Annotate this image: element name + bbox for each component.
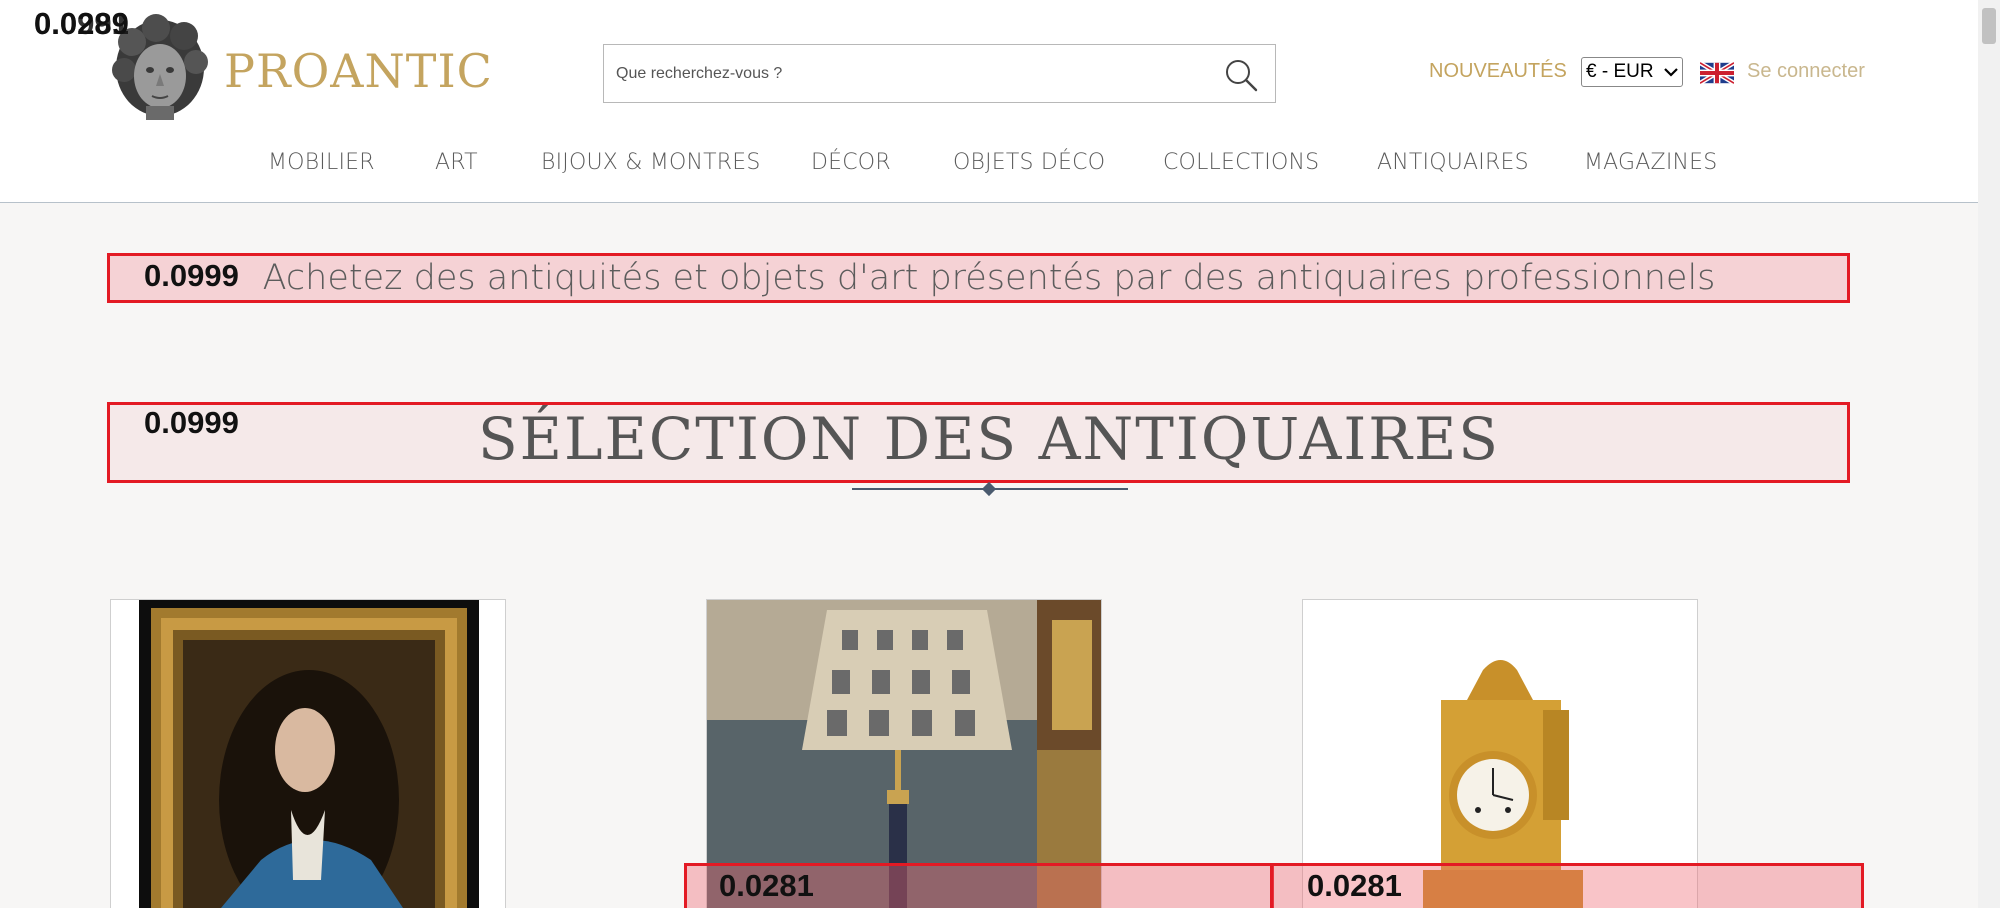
clock-image — [1303, 600, 1697, 908]
product-card-portrait[interactable] — [110, 599, 506, 908]
currency-select[interactable]: € - EUR — [1581, 57, 1683, 87]
scrollbar-thumb[interactable] — [1982, 8, 1996, 44]
search-icon[interactable] — [1223, 57, 1259, 93]
nav-item-antiquaires[interactable]: ANTIQUAIRES — [1377, 150, 1529, 175]
overlay-score-top-left-b: 0.0991 — [34, 6, 129, 41]
nouveautes-link[interactable]: NOUVEAUTÉS — [1429, 60, 1567, 83]
nav-item-decor[interactable]: DÉCOR — [811, 150, 891, 175]
search-input[interactable] — [616, 59, 1196, 89]
nav-item-bijoux-montres[interactable]: BIJOUX & MONTRES — [541, 150, 761, 175]
chevron-down-icon — [1664, 68, 1678, 77]
lamp-image — [707, 600, 1101, 908]
page-scrollbar[interactable] — [1978, 0, 2000, 908]
tagline: Achetez des antiquités et objets d'art p… — [262, 258, 1716, 298]
portrait-painting-image — [111, 600, 505, 908]
main-nav: MOBILIER ART BIJOUX & MONTRES DÉCOR OBJE… — [0, 150, 1978, 180]
title-divider-diamond — [981, 481, 997, 497]
card2-score: 0.0281 — [719, 868, 814, 903]
nav-item-objets-deco[interactable]: OBJETS DÉCO — [953, 150, 1105, 175]
nav-item-art[interactable]: ART — [435, 150, 478, 175]
product-card-clock[interactable] — [1302, 599, 1698, 908]
section-title: SÉLECTION DES ANTIQUAIRES — [477, 405, 1501, 473]
uk-flag-icon[interactable] — [1700, 61, 1734, 85]
site-logo[interactable]: PROANTIC — [224, 44, 493, 98]
nav-item-mobilier[interactable]: MOBILIER — [268, 150, 375, 175]
site-header: PROANTIC NOUVEAUTÉS € - EUR Se connecter… — [0, 0, 1978, 203]
tagline-score: 0.0999 — [144, 258, 239, 293]
login-link[interactable]: Se connecter — [1747, 60, 1865, 83]
section-score: 0.0999 — [144, 405, 239, 440]
currency-value: € - EUR — [1586, 61, 1654, 82]
nav-item-collections[interactable]: COLLECTIONS — [1163, 150, 1319, 175]
search-bar — [603, 44, 1276, 103]
nav-item-magazines[interactable]: MAGAZINES — [1584, 150, 1717, 175]
card3-score: 0.0281 — [1307, 868, 1402, 903]
product-card-lamp[interactable] — [706, 599, 1102, 908]
